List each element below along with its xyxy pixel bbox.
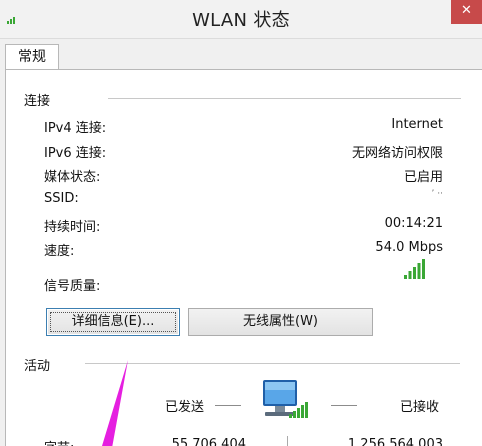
received-label: 已接收 <box>400 400 440 415</box>
sent-dash <box>215 405 241 406</box>
network-computer-icon <box>263 380 308 418</box>
wlan-status-dialog: WLAN 状态 ✕ 常规 连接 IPv4 连接: Internet IPv6 连… <box>0 0 482 446</box>
media-state-value: 已启用 <box>403 170 443 185</box>
close-button[interactable]: ✕ <box>451 0 482 24</box>
section-activity-label: 活动 <box>24 359 51 374</box>
tab-strip: 常规 <box>0 38 482 71</box>
bytes-label: 字节: <box>44 437 74 446</box>
duration-value: 00:14:21 <box>384 216 443 231</box>
ipv4-label: IPv4 连接: <box>44 121 107 136</box>
details-button-label: 详细信息(E)... <box>71 314 155 329</box>
tab-general[interactable]: 常规 <box>5 44 59 71</box>
ipv6-value: 无网络访问权限 <box>351 146 443 161</box>
section-connection-divider <box>108 98 461 99</box>
details-button[interactable]: 详细信息(E)... <box>46 308 180 336</box>
wireless-properties-button-label: 无线属性(W) <box>243 314 318 329</box>
sent-label: 已发送 <box>165 400 205 415</box>
signal-bar <box>422 259 425 279</box>
ipv4-value: Internet <box>391 117 443 132</box>
ipv6-label: IPv6 连接: <box>44 146 107 161</box>
bytes-received-value: 1,256,564,003 <box>347 437 443 446</box>
signal-bar <box>404 275 407 279</box>
media-state-label: 媒体状态: <box>44 170 101 185</box>
close-icon: ✕ <box>461 3 472 18</box>
signal-quality-label: 信号质量: <box>44 279 101 294</box>
duration-label: 持续时间: <box>44 220 101 235</box>
signal-bar <box>417 263 421 279</box>
bytes-separator <box>287 436 288 446</box>
ssid-label: SSID: <box>44 191 79 206</box>
bytes-sent-value: 55,706,404 <box>171 437 246 446</box>
received-dash <box>331 405 357 406</box>
ssid-value: ʼ ·· <box>431 189 443 199</box>
speed-label: 速度: <box>44 244 75 259</box>
window-title: WLAN 状态 <box>192 10 290 31</box>
signal-bars-icon <box>404 259 425 279</box>
magenta-arrow-icon <box>102 360 128 446</box>
signal-bar <box>408 271 412 279</box>
section-connection-label: 连接 <box>24 94 51 109</box>
wireless-properties-button[interactable]: 无线属性(W) <box>188 308 373 336</box>
section-activity-divider <box>85 363 460 364</box>
signal-bar <box>413 267 416 279</box>
speed-value: 54.0 Mbps <box>375 240 443 255</box>
title-bar[interactable]: WLAN 状态 ✕ <box>0 0 482 39</box>
